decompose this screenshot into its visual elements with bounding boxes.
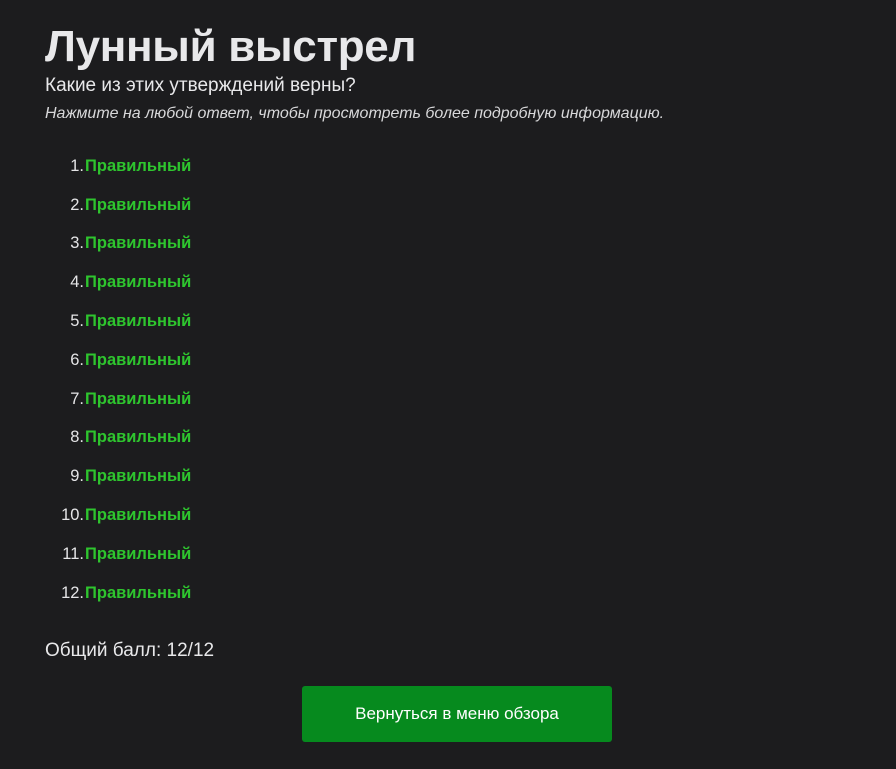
answer-item-1[interactable]: 1. Правильный — [45, 147, 896, 186]
answer-result[interactable]: Правильный — [85, 506, 191, 525]
answer-result[interactable]: Правильный — [85, 545, 191, 564]
answer-number: 6. — [70, 350, 84, 369]
answer-result[interactable]: Правильный — [85, 157, 191, 176]
answer-item-7[interactable]: 7. Правильный — [45, 380, 896, 419]
answer-result[interactable]: Правильный — [85, 584, 191, 603]
answer-result[interactable]: Правильный — [85, 234, 191, 253]
answer-number: 8. — [70, 428, 84, 447]
answer-number: 7. — [70, 389, 84, 408]
answer-result[interactable]: Правильный — [85, 390, 191, 409]
answer-item-6[interactable]: 6. Правильный — [45, 341, 896, 380]
answer-number: 4. — [70, 273, 84, 292]
answer-item-4[interactable]: 4. Правильный — [45, 263, 896, 302]
answer-result[interactable]: Правильный — [85, 467, 191, 486]
answer-result[interactable]: Правильный — [85, 428, 191, 447]
answer-number: 2. — [70, 195, 84, 214]
answer-number: 12. — [61, 583, 84, 602]
question-text: Какие из этих утверждений верны? — [45, 75, 356, 96]
answer-result[interactable]: Правильный — [85, 196, 191, 215]
answer-number: 1. — [70, 156, 84, 175]
answer-item-3[interactable]: 3. Правильный — [45, 225, 896, 264]
hint-text: Нажмите на любой ответ, чтобы просмотрет… — [45, 105, 665, 122]
answer-item-11[interactable]: 11. Правильный — [45, 535, 896, 574]
answer-number: 11. — [62, 544, 84, 563]
answer-result[interactable]: Правильный — [85, 351, 191, 370]
answer-item-12[interactable]: 12. Правильный — [45, 574, 896, 613]
answer-number: 10. — [61, 506, 84, 525]
answers-list: 1. Правильный 2. Правильный 3. Правильны… — [45, 147, 896, 613]
answer-result[interactable]: Правильный — [85, 273, 191, 292]
answer-number: 3. — [70, 234, 84, 253]
answer-number: 5. — [70, 312, 84, 331]
answer-item-10[interactable]: 10. Правильный — [45, 496, 896, 535]
total-score: Общий балл: 12/12 — [45, 639, 215, 661]
answer-item-2[interactable]: 2. Правильный — [45, 186, 896, 225]
answer-item-5[interactable]: 5. Правильный — [45, 302, 896, 341]
answer-item-8[interactable]: 8. Правильный — [45, 419, 896, 458]
answer-number: 9. — [70, 467, 84, 486]
results-page: Лунный выстрел Какие из этих утверждений… — [0, 0, 896, 769]
answer-item-9[interactable]: 9. Правильный — [45, 457, 896, 496]
back-to-review-menu-button[interactable]: Вернуться в меню обзора — [302, 686, 612, 742]
answer-result[interactable]: Правильный — [85, 312, 191, 331]
page-title: Лунный выстрел — [45, 22, 417, 71]
